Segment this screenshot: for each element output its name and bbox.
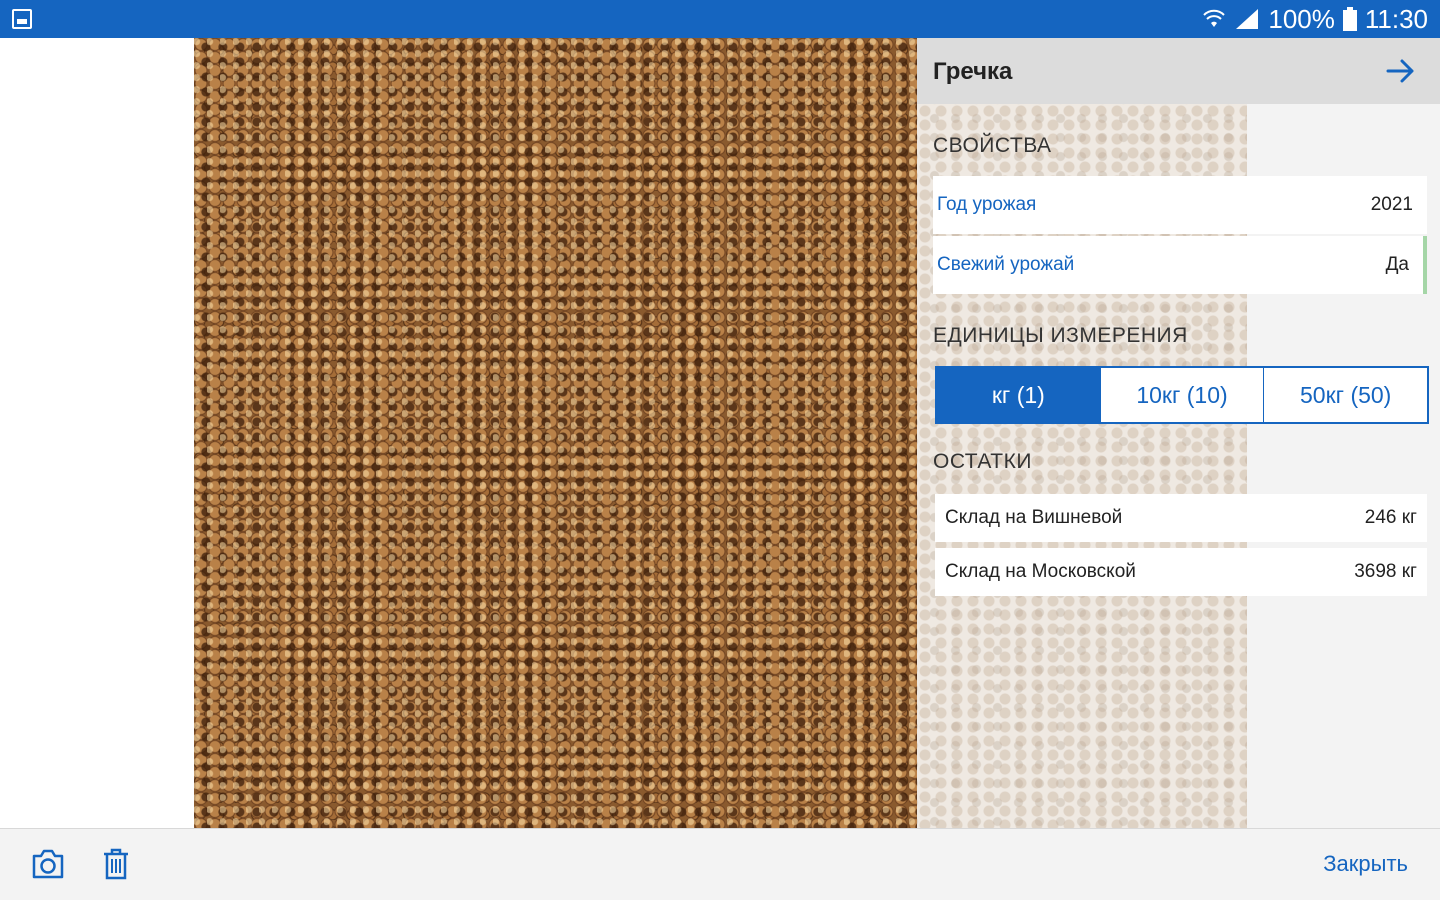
property-value: 2021 [1370, 194, 1413, 215]
stock-row: Склад на Московской 3698 кг [935, 548, 1427, 596]
status-right: 100% 11:30 [1202, 0, 1428, 38]
details-panel: Гречка СВОЙСТВА Год урожая 2021 Свежий у… [917, 38, 1440, 828]
trash-icon[interactable] [100, 847, 132, 881]
gallery-icon [12, 9, 32, 29]
bottom-toolbar: Закрыть [0, 828, 1440, 900]
close-button[interactable]: Закрыть [1323, 851, 1408, 877]
section-title-units: ЕДИНИЦЫ ИЗМЕРЕНИЯ [933, 324, 1188, 347]
product-title: Гречка [933, 58, 1013, 85]
panel-header: Гречка [917, 38, 1440, 104]
signal-icon [1236, 9, 1259, 29]
property-label: Свежий урожай [937, 254, 1075, 275]
battery-percent: 100% [1268, 3, 1335, 34]
wifi-icon [1203, 9, 1226, 27]
warehouse-name: Склад на Вишневой [945, 507, 1123, 528]
arrow-right-icon[interactable] [1384, 54, 1418, 88]
left-blank-area [0, 38, 194, 828]
unit-option-10kg[interactable]: 10кг (10) [1101, 368, 1265, 422]
section-title-stock: ОСТАТКИ [933, 450, 1032, 473]
product-photo [194, 38, 917, 828]
clock: 11:30 [1364, 3, 1428, 34]
camera-icon[interactable] [30, 847, 66, 881]
unit-option-50kg[interactable]: 50кг (50) [1264, 368, 1427, 422]
stock-quantity: 246 кг [1364, 507, 1417, 528]
property-label: Год урожая [937, 194, 1037, 215]
property-row-harvest-year[interactable]: Год урожая 2021 [933, 176, 1427, 234]
warehouse-name: Склад на Московской [945, 561, 1136, 582]
property-value: Да [1385, 254, 1409, 275]
section-title-properties: СВОЙСТВА [933, 134, 1052, 157]
status-bar: 100% 11:30 [0, 0, 1440, 38]
stock-quantity: 3698 кг [1354, 561, 1417, 582]
stock-row: Склад на Вишневой 246 кг [935, 494, 1427, 542]
property-row-fresh-harvest[interactable]: Свежий урожай Да [933, 236, 1427, 294]
units-selector: кг (1) 10кг (10) 50кг (50) [935, 366, 1429, 424]
battery-icon [1342, 7, 1357, 31]
unit-option-kg[interactable]: кг (1) [937, 368, 1101, 422]
